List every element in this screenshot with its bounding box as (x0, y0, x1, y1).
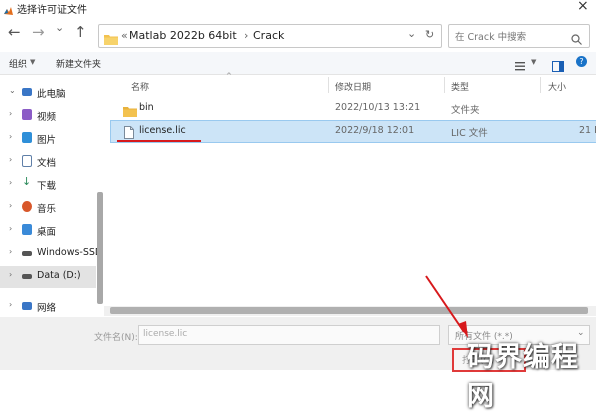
expand-chevron-icon[interactable]: › (9, 178, 12, 187)
sidebar-item-pictures[interactable]: › 图片 (0, 128, 96, 150)
file-row-bin[interactable]: bin 2022/10/13 13:21 文件夹 (110, 97, 596, 119)
breadcrumb-matlab[interactable]: Matlab 2022b 64bit (129, 29, 237, 42)
column-divider[interactable] (540, 77, 541, 93)
filename-label: 文件名(N): (94, 333, 138, 343)
download-icon: ↓ (22, 175, 32, 188)
up-arrow-icon[interactable]: ↑ (74, 23, 87, 41)
column-divider[interactable] (444, 77, 445, 93)
watermark-text: 码界编程网 (467, 342, 579, 412)
sidebar-item-label: Windows-SSD (37, 247, 103, 258)
help-icon[interactable]: ? (576, 56, 587, 67)
annotation-underline (117, 140, 201, 142)
sidebar-item-label: Data (D:) (37, 270, 81, 281)
back-arrow-icon[interactable]: ← (8, 23, 21, 41)
computer-icon (22, 88, 32, 96)
expand-chevron-icon[interactable]: › (9, 109, 12, 118)
column-header-date[interactable]: 修改日期 (335, 80, 371, 93)
file-name: bin (139, 102, 154, 113)
network-icon (22, 302, 32, 310)
search-placeholder: 在 Crack 中搜索 (455, 32, 527, 43)
sidebar-item-documents[interactable]: › 文档 (0, 151, 96, 173)
sidebar-item-data-d[interactable]: › Data (D:) (0, 266, 96, 288)
path-separator: « (121, 29, 128, 42)
sidebar-item-label: 音乐 (37, 204, 57, 215)
column-header-size[interactable]: 大小 (548, 80, 566, 93)
file-date: 2022/9/18 12:01 (335, 125, 415, 136)
file-name: license.lic (139, 125, 186, 136)
picture-icon (22, 132, 32, 143)
expand-chevron-icon[interactable]: › (9, 201, 12, 210)
filename-value: license.lic (143, 329, 188, 339)
expand-chevron-icon[interactable]: › (9, 270, 12, 279)
sidebar-item-desktop[interactable]: › 桌面 (0, 220, 96, 242)
sidebar-item-label: 此电脑 (37, 89, 66, 100)
expand-chevron-icon[interactable]: › (9, 224, 12, 233)
sidebar-item-label: 视频 (37, 112, 57, 123)
column-header-name[interactable]: 名称 (131, 80, 149, 93)
expand-chevron-icon[interactable]: › (9, 300, 12, 309)
view-options-icon[interactable] (515, 57, 527, 76)
matlab-app-icon (3, 2, 14, 15)
sidebar-item-label: 下载 (37, 181, 57, 192)
expand-chevron-icon[interactable]: › (9, 247, 12, 256)
close-icon[interactable]: × (577, 0, 589, 14)
command-toolbar: 组织 ▼ 新建文件夹 ▼ ? (0, 52, 596, 75)
sidebar-item-label: 文档 (37, 158, 57, 169)
sidebar-scrollbar[interactable] (97, 192, 103, 304)
file-type: 文件夹 (451, 105, 480, 116)
document-icon (22, 155, 32, 167)
column-headers: ^ 名称 修改日期 类型 大小 (104, 72, 596, 95)
drive-icon (22, 274, 32, 279)
breadcrumb-arrow: › (244, 29, 249, 42)
forward-arrow-icon[interactable]: → (32, 23, 45, 41)
recent-locations-chevron-icon[interactable]: ⌄ (55, 21, 64, 34)
breadcrumb-crack[interactable]: Crack (253, 29, 284, 42)
music-icon (22, 201, 32, 212)
file-type: LIC 文件 (451, 128, 488, 139)
sidebar-item-downloads[interactable]: › ↓ 下载 (0, 174, 96, 196)
navigation-pane: ⌄ 此电脑 › 视频 › 图片 › 文档 › ↓ 下载 › 音乐 › 桌面 › … (0, 75, 102, 314)
sidebar-item-videos[interactable]: › 视频 (0, 105, 96, 127)
new-folder-button[interactable]: 新建文件夹 (56, 57, 101, 70)
search-icon (571, 30, 582, 49)
sort-ascending-icon: ^ (226, 72, 232, 80)
expand-chevron-icon[interactable]: ⌄ (9, 86, 16, 95)
expand-chevron-icon[interactable]: › (9, 155, 12, 164)
address-dropdown-icon[interactable]: ⌄ (407, 27, 416, 40)
sidebar-item-label: 桌面 (37, 227, 57, 238)
sidebar-item-network[interactable]: › 网络 (0, 296, 96, 318)
view-dropdown-icon[interactable]: ▼ (531, 58, 536, 66)
filename-input[interactable]: license.lic (138, 325, 440, 345)
organize-dropdown-icon: ▼ (30, 58, 36, 66)
horizontal-scrollbar-thumb[interactable] (110, 307, 588, 314)
preview-pane-icon[interactable] (552, 57, 564, 76)
desktop-icon (22, 224, 32, 235)
refresh-icon[interactable]: ↻ (425, 28, 434, 41)
expand-chevron-icon[interactable]: › (9, 132, 12, 141)
column-header-type[interactable]: 类型 (451, 80, 469, 93)
column-divider[interactable] (328, 77, 329, 93)
file-size: 21 K (579, 125, 596, 136)
video-icon (22, 109, 32, 120)
organize-button[interactable]: 组织 (9, 57, 27, 70)
folder-icon (123, 102, 137, 121)
search-box[interactable]: 在 Crack 中搜索 (448, 24, 590, 48)
window-title: 选择许可证文件 (17, 5, 87, 16)
address-bar[interactable]: « Matlab 2022b 64bit › Crack ⌄ ↻ (98, 24, 442, 48)
sidebar-item-windows-ssd[interactable]: › Windows-SSD (0, 243, 102, 265)
title-bar: 选择许可证文件 × (0, 0, 596, 16)
sidebar-item-music[interactable]: › 音乐 (0, 197, 96, 219)
drive-icon (22, 251, 32, 256)
file-date: 2022/10/13 13:21 (335, 102, 421, 113)
folder-icon (104, 30, 118, 49)
sidebar-item-this-pc[interactable]: ⌄ 此电脑 (0, 82, 96, 104)
sidebar-item-label: 图片 (37, 135, 57, 146)
sidebar-item-label: 网络 (37, 303, 57, 314)
